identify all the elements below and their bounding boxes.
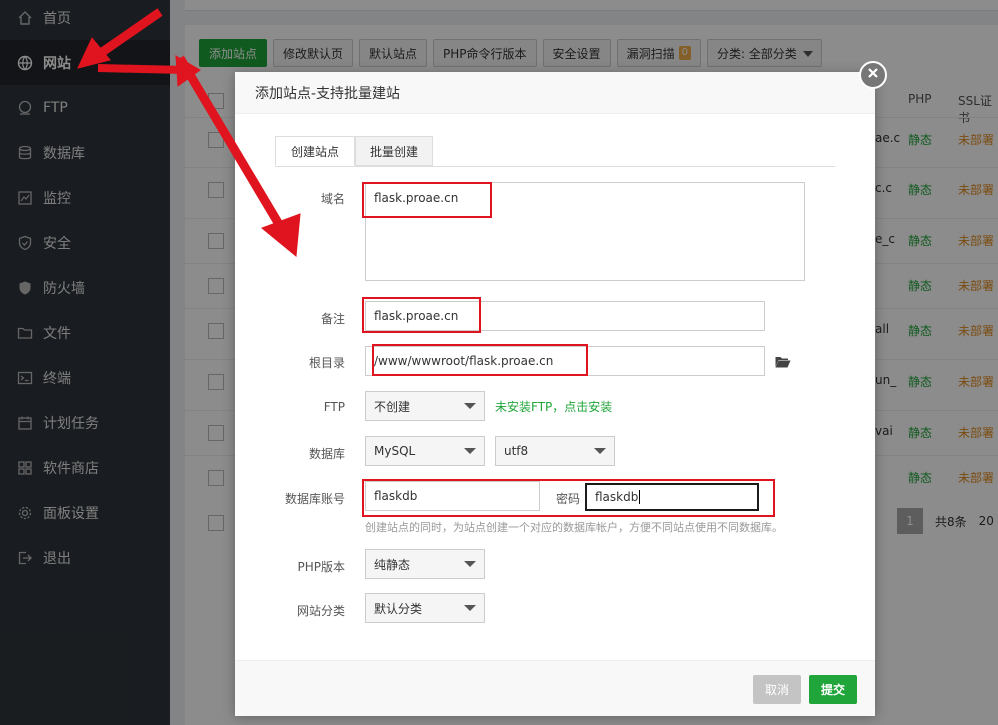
remark-label: 备注 [320, 312, 345, 326]
db-user-label: 数据库账号 [284, 492, 345, 506]
database-label: 数据库 [308, 447, 345, 461]
add-site-dialog: 添加站点-支持批量建站 创建站点 批量创建 域名 flask.proae.cn … [235, 72, 875, 716]
db-charset-value: utf8 [504, 444, 529, 458]
db-charset-select[interactable]: utf8 [495, 436, 615, 466]
annotation-box-remark [362, 297, 481, 333]
php-version-label: PHP版本 [297, 560, 346, 574]
chevron-down-icon [464, 403, 476, 409]
db-type-select[interactable]: MySQL [365, 436, 485, 466]
db-type-value: MySQL [374, 444, 416, 458]
annotation-box-database-account [362, 479, 775, 517]
tab-create-site[interactable]: 创建站点 [275, 136, 355, 166]
close-dialog-button[interactable] [859, 61, 887, 89]
ftp-label: FTP [323, 400, 345, 414]
annotation-box-root [372, 344, 588, 376]
site-category-label: 网站分类 [296, 604, 345, 618]
chevron-down-icon [464, 448, 476, 454]
site-category-select[interactable]: 默认分类 [365, 593, 485, 623]
domain-label: 域名 [320, 192, 345, 206]
cancel-button[interactable]: 取消 [753, 675, 801, 704]
db-hint: 创建站点的同时，为站点创建一个对应的数据库帐户，方便不同站点使用不同数据库。 [365, 521, 783, 534]
ftp-select[interactable]: 不创建 [365, 391, 485, 421]
folder-open-icon[interactable] [775, 355, 791, 368]
install-ftp-link[interactable]: 未安装FTP，点击安装 [495, 398, 612, 415]
submit-button[interactable]: 提交 [809, 675, 857, 704]
tab-batch-create[interactable]: 批量创建 [355, 136, 433, 166]
dialog-tabs: 创建站点 批量创建 [275, 136, 835, 167]
chevron-down-icon [464, 561, 476, 567]
root-dir-label: 根目录 [308, 356, 345, 370]
close-icon [867, 67, 879, 83]
site-category-value: 默认分类 [374, 601, 423, 616]
php-version-value: 纯静态 [374, 557, 411, 572]
ftp-select-value: 不创建 [374, 399, 411, 414]
annotation-box-domain [362, 182, 492, 218]
chevron-down-icon [594, 448, 606, 454]
php-version-select[interactable]: 纯静态 [365, 549, 485, 579]
chevron-down-icon [464, 605, 476, 611]
dialog-title: 添加站点-支持批量建站 [235, 72, 875, 114]
